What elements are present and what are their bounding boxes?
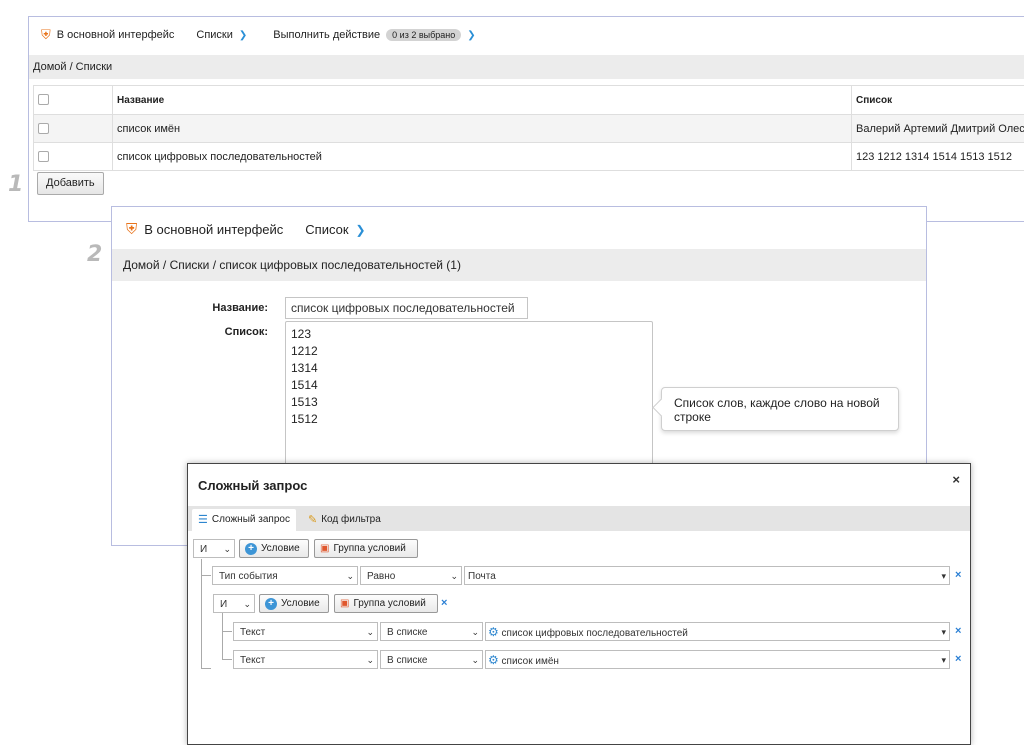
lists-menu[interactable]: Списки — [196, 29, 233, 41]
tab-complex-query[interactable]: ☰ Сложный запрос — [192, 509, 296, 531]
row-checkbox[interactable] — [38, 123, 49, 134]
breadcrumb: Домой / Списки — [29, 55, 1024, 79]
add-group-button[interactable]: ▣ Группа условий — [314, 539, 418, 558]
list-line: 1314 — [291, 360, 647, 377]
top-menu: ⛨ В основной интерфейс Список ❯ — [126, 221, 366, 238]
add-condition-button[interactable]: + Условие — [239, 539, 309, 558]
pencil-icon: ✎ — [308, 509, 317, 531]
chevron-down-icon[interactable]: ❯ — [239, 30, 247, 41]
dialog-title: Сложный запрос — [198, 478, 307, 493]
add-group-button[interactable]: ▣ Группа условий — [334, 594, 438, 613]
complex-query-dialog: Сложный запрос × ☰ Сложный запрос ✎ Код … — [187, 463, 971, 745]
name-label: Название: — [168, 302, 268, 314]
remove-condition-icon[interactable]: × — [955, 569, 961, 581]
tree-line — [201, 575, 211, 576]
tab-label: Сложный запрос — [212, 509, 290, 531]
value-select[interactable]: Почта▾ — [464, 566, 950, 585]
tree-line — [222, 612, 223, 660]
operator-select[interactable]: В списке⌄ — [380, 622, 483, 641]
list-menu[interactable]: Список — [305, 222, 348, 237]
group-icon: ▣ — [320, 540, 329, 557]
table-row[interactable]: список цифровых последовательностей 123 … — [34, 143, 1024, 171]
action-menu[interactable]: Выполнить действие — [273, 29, 380, 41]
select-all-checkbox[interactable] — [38, 94, 49, 105]
plus-icon: + — [245, 543, 257, 555]
row-name[interactable]: список имён — [113, 115, 852, 143]
selected-count-badge: 0 из 2 выбрано — [386, 29, 461, 41]
close-icon[interactable]: × — [952, 472, 960, 487]
remove-condition-icon[interactable]: × — [955, 625, 961, 637]
table-row[interactable]: список имён Валерий Артемий Дмитрий Олес — [34, 115, 1024, 143]
remove-group-icon[interactable]: × — [441, 597, 447, 609]
tree-line — [222, 659, 232, 660]
column-header-name[interactable]: Название — [113, 86, 852, 115]
home-icon[interactable]: ⛨ — [41, 27, 51, 43]
home-icon[interactable]: ⛨ — [126, 221, 137, 238]
list-line: 1513 — [291, 394, 647, 411]
row-list: 123 1212 1314 1514 1513 1512 — [852, 143, 1024, 171]
add-condition-button[interactable]: + Условие — [259, 594, 329, 613]
breadcrumb: Домой / Списки / список цифровых последо… — [112, 249, 926, 281]
tab-bar: ☰ Сложный запрос ✎ Код фильтра — [188, 506, 970, 531]
main-interface-link[interactable]: В основной интерфейс — [57, 29, 175, 41]
list-line: 123 — [291, 326, 647, 343]
name-input[interactable]: список цифровых последовательностей — [285, 297, 528, 319]
list-line: 1512 — [291, 411, 647, 428]
operator-select[interactable]: Равно⌄ — [360, 566, 462, 585]
tree-line — [201, 668, 211, 669]
tab-label: Код фильтра — [321, 509, 381, 531]
tab-filter-code[interactable]: ✎ Код фильтра — [302, 509, 387, 531]
operator-select[interactable]: В списке⌄ — [380, 650, 483, 669]
logic-operator-select[interactable]: И⌄ — [193, 539, 235, 558]
add-button[interactable]: Добавить — [37, 172, 104, 195]
lists-panel: ⛨ В основной интерфейс Списки ❯ Выполнит… — [28, 16, 1024, 222]
row-list: Валерий Артемий Дмитрий Олес — [852, 115, 1024, 143]
list-line: 1212 — [291, 343, 647, 360]
list-label: Список: — [168, 326, 268, 338]
chevron-down-icon[interactable]: ❯ — [356, 223, 366, 237]
row-checkbox[interactable] — [38, 151, 49, 162]
table-header: Название Список — [34, 86, 1024, 115]
field-select[interactable]: Текст⌄ — [233, 650, 378, 669]
step-number-1: 1 — [8, 172, 23, 197]
value-select[interactable]: ⚙ список имён▾ — [485, 650, 950, 669]
list-line: 1514 — [291, 377, 647, 394]
query-icon: ☰ — [198, 509, 208, 531]
tree-line — [222, 631, 232, 632]
column-header-list[interactable]: Список — [852, 86, 1024, 115]
help-tooltip: Список слов, каждое слово на новой строк… — [661, 387, 899, 431]
field-select[interactable]: Текст⌄ — [233, 622, 378, 641]
step-number-2: 2 — [87, 242, 102, 267]
row-name[interactable]: список цифровых последовательностей — [113, 143, 852, 171]
field-select[interactable]: Тип события⌄ — [212, 566, 358, 585]
group-icon: ▣ — [340, 595, 349, 612]
value-select[interactable]: ⚙ список цифровых последовательностей▾ — [485, 622, 950, 641]
top-menu: ⛨ В основной интерфейс Списки ❯ Выполнит… — [41, 27, 476, 43]
plus-icon: + — [265, 598, 277, 610]
chevron-down-icon[interactable]: ❯ — [467, 30, 475, 41]
remove-condition-icon[interactable]: × — [955, 653, 961, 665]
gear-icon: ⚙ — [488, 625, 499, 639]
main-interface-link[interactable]: В основной интерфейс — [144, 222, 283, 237]
logic-operator-select[interactable]: И⌄ — [213, 594, 255, 613]
lists-table: Название Список список имён Валерий Арте… — [33, 85, 1024, 171]
gear-icon: ⚙ — [488, 653, 499, 667]
